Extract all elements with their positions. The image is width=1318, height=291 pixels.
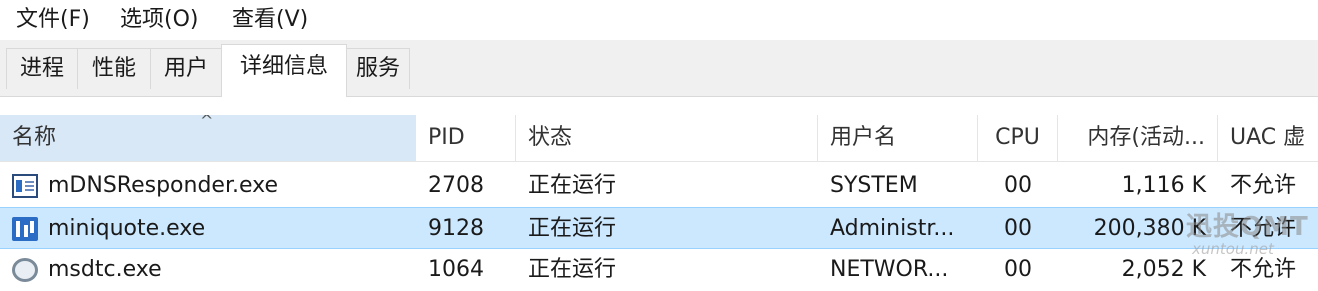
- process-username: SYSTEM: [830, 173, 918, 198]
- process-status: 正在运行: [528, 257, 617, 282]
- menu-view[interactable]: 查看(V): [230, 6, 310, 34]
- process-pid: 2708: [428, 173, 484, 198]
- process-pid: 1064: [428, 257, 484, 282]
- tab-details[interactable]: 详细信息: [221, 44, 347, 97]
- process-cpu: 00: [1004, 173, 1032, 198]
- process-uac: 不允许: [1230, 216, 1297, 241]
- sort-up-icon: ^: [200, 115, 214, 130]
- process-memory: 200,380 K: [1093, 216, 1206, 241]
- menu-file[interactable]: 文件(F): [14, 6, 92, 34]
- tab-services[interactable]: 服务: [346, 48, 410, 89]
- process-name: miniquote.exe: [48, 216, 206, 241]
- process-cpu: 00: [1004, 216, 1032, 241]
- column-header-status[interactable]: 状态: [516, 115, 818, 161]
- table-row[interactable]: msdtc.exe 1064 正在运行 NETWOR... 00 2,052 K…: [0, 249, 1318, 291]
- process-memory: 2,052 K: [1121, 257, 1206, 282]
- tab-processes[interactable]: 进程: [6, 48, 78, 89]
- menu-options[interactable]: 选项(O): [118, 6, 200, 34]
- column-header-name[interactable]: ^ 名称: [0, 115, 416, 161]
- details-table: ^ 名称 PID 状态 用户名 CPU 内存(活动... UAC 虚 mDNSR…: [0, 97, 1318, 282]
- column-header-uac[interactable]: UAC 虚: [1218, 115, 1318, 161]
- process-cpu: 00: [1004, 257, 1032, 282]
- table-row-selected[interactable]: miniquote.exe 9128 正在运行 Administr... 00 …: [0, 207, 1318, 249]
- table-header: ^ 名称 PID 状态 用户名 CPU 内存(活动... UAC 虚: [0, 115, 1318, 162]
- column-header-cpu[interactable]: CPU: [978, 115, 1058, 161]
- tab-users[interactable]: 用户: [150, 48, 222, 89]
- tab-performance[interactable]: 性能: [77, 48, 151, 89]
- column-header-memory[interactable]: 内存(活动...: [1058, 115, 1218, 161]
- process-username: NETWOR...: [830, 257, 949, 282]
- process-uac: 不允许: [1230, 173, 1297, 198]
- process-memory: 1,116 K: [1121, 173, 1206, 198]
- tab-strip: 进程 性能 用户 详细信息 服务: [0, 40, 1318, 97]
- column-header-username[interactable]: 用户名: [818, 115, 978, 161]
- process-username: Administr...: [830, 216, 955, 241]
- process-name: msdtc.exe: [48, 257, 162, 282]
- process-status: 正在运行: [528, 216, 617, 241]
- process-status: 正在运行: [528, 173, 617, 198]
- process-pid: 9128: [428, 216, 484, 241]
- process-name: mDNSResponder.exe: [48, 173, 279, 198]
- table-row[interactable]: mDNSResponder.exe 2708 正在运行 SYSTEM 00 1,…: [0, 165, 1318, 207]
- process-uac: 不允许: [1230, 257, 1297, 282]
- column-header-pid[interactable]: PID: [416, 115, 516, 161]
- column-header-name-label: 名称: [12, 125, 57, 150]
- menu-bar: 文件(F) 选项(O) 查看(V): [0, 0, 1318, 40]
